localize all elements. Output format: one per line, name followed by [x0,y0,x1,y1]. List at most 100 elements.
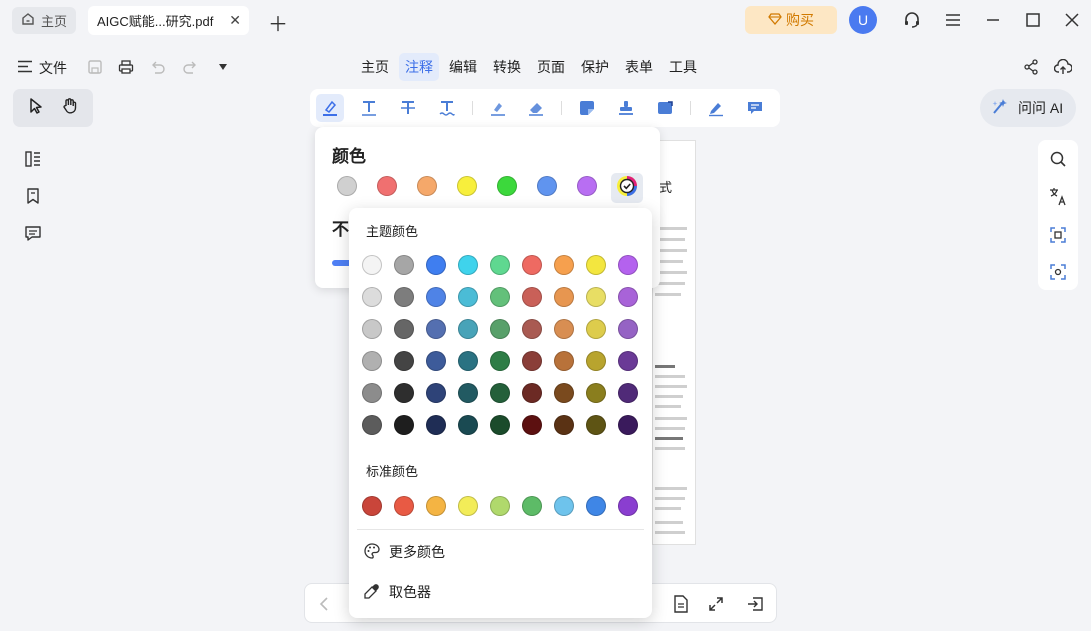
theme-color-swatch[interactable] [362,287,382,307]
theme-color-swatch[interactable] [490,415,510,435]
new-tab-icon[interactable]: ＋ [268,8,288,37]
theme-color-swatch[interactable] [458,287,478,307]
standard-color-swatch[interactable] [426,496,446,516]
theme-color-swatch[interactable] [394,319,414,339]
select-pointer-icon[interactable] [27,97,45,120]
theme-color-swatch[interactable] [458,319,478,339]
theme-color-swatch[interactable] [458,383,478,403]
theme-color-swatch[interactable] [394,287,414,307]
theme-color-swatch[interactable] [522,351,542,371]
theme-color-swatch[interactable] [426,351,446,371]
tab-annotate[interactable]: 注释 [399,53,439,81]
theme-color-swatch[interactable] [490,351,510,371]
standard-color-swatch[interactable] [586,496,606,516]
undo-icon[interactable] [148,57,168,77]
theme-color-swatch[interactable] [618,351,638,371]
theme-color-swatch[interactable] [426,415,446,435]
color-swatch[interactable] [417,176,437,196]
tab-edit[interactable]: 编辑 [443,53,483,81]
exit-fullscreen-icon[interactable] [745,593,767,615]
close-tab-icon[interactable]: ✕ [229,12,241,29]
squiggly-underline-icon[interactable] [433,94,461,122]
color-swatch[interactable] [337,176,357,196]
standard-color-swatch[interactable] [394,496,414,516]
ask-ai-button[interactable]: 问问 AI [980,89,1076,127]
standard-color-swatch[interactable] [458,496,478,516]
translate-icon[interactable] [1049,187,1067,212]
theme-color-swatch[interactable] [362,383,382,403]
maximize-icon[interactable] [1021,8,1045,32]
home-tab[interactable]: 主页 [12,7,76,34]
pen-sign-icon[interactable] [702,94,730,122]
color-swatch[interactable] [377,176,397,196]
theme-color-swatch[interactable] [458,255,478,275]
theme-color-swatch[interactable] [618,287,638,307]
theme-color-swatch[interactable] [618,255,638,275]
standard-color-swatch[interactable] [618,496,638,516]
theme-color-swatch[interactable] [554,383,574,403]
crop-compare-icon[interactable] [1049,226,1067,249]
close-window-icon[interactable] [1060,8,1084,32]
underline-text-icon[interactable] [355,94,383,122]
quick-access-dropdown-icon[interactable] [213,57,233,77]
theme-color-swatch[interactable] [586,351,606,371]
standard-color-swatch[interactable] [362,496,382,516]
theme-color-swatch[interactable] [458,415,478,435]
theme-color-swatch[interactable] [490,255,510,275]
share-icon[interactable] [1021,57,1041,77]
hand-icon[interactable] [61,97,79,120]
theme-color-swatch[interactable] [554,415,574,435]
comment-list-icon[interactable] [24,224,42,247]
fit-page-icon[interactable] [705,593,727,615]
save-icon[interactable] [85,57,105,77]
color-swatch[interactable] [497,176,517,196]
thumbnails-icon[interactable] [24,150,42,173]
theme-color-swatch[interactable] [426,319,446,339]
screen-capture-icon[interactable] [1049,263,1067,286]
more-colors-button[interactable]: 更多颜色 [364,542,445,562]
theme-color-swatch[interactable] [362,319,382,339]
theme-color-swatch[interactable] [362,415,382,435]
theme-color-swatch[interactable] [554,319,574,339]
theme-color-swatch[interactable] [426,383,446,403]
headset-icon[interactable] [900,8,924,32]
theme-color-swatch[interactable] [618,383,638,403]
cloud-upload-icon[interactable] [1053,57,1073,77]
page-view-icon[interactable] [670,593,692,615]
theme-color-swatch[interactable] [458,351,478,371]
theme-color-swatch[interactable] [394,415,414,435]
area-highlight-icon[interactable] [484,94,512,122]
standard-color-swatch[interactable] [490,496,510,516]
avatar[interactable]: U [849,6,877,34]
theme-color-swatch[interactable] [586,255,606,275]
tab-convert[interactable]: 转换 [487,53,527,81]
redo-icon[interactable] [180,57,200,77]
theme-color-swatch[interactable] [522,319,542,339]
custom-color-button[interactable] [611,173,643,203]
theme-color-swatch[interactable] [362,351,382,371]
theme-color-swatch[interactable] [586,415,606,435]
theme-color-swatch[interactable] [362,255,382,275]
theme-color-swatch[interactable] [554,351,574,371]
theme-color-swatch[interactable] [522,255,542,275]
color-swatch[interactable] [457,176,477,196]
tab-protect[interactable]: 保护 [575,53,615,81]
previous-page-icon[interactable] [313,593,335,615]
theme-color-swatch[interactable] [522,287,542,307]
menu-icon[interactable] [941,8,965,32]
tab-home[interactable]: 主页 [355,53,395,81]
sticky-note-icon[interactable] [573,94,601,122]
file-menu[interactable]: 文件 [17,58,67,78]
color-swatch[interactable] [577,176,597,196]
theme-color-swatch[interactable] [586,383,606,403]
theme-color-swatch[interactable] [490,287,510,307]
buy-button[interactable]: 购买 [745,6,837,34]
print-icon[interactable] [116,57,136,77]
stamp-icon[interactable] [612,94,640,122]
theme-color-swatch[interactable] [522,383,542,403]
theme-color-swatch[interactable] [554,255,574,275]
theme-color-swatch[interactable] [426,255,446,275]
theme-color-swatch[interactable] [618,415,638,435]
theme-color-swatch[interactable] [394,255,414,275]
theme-color-swatch[interactable] [394,351,414,371]
